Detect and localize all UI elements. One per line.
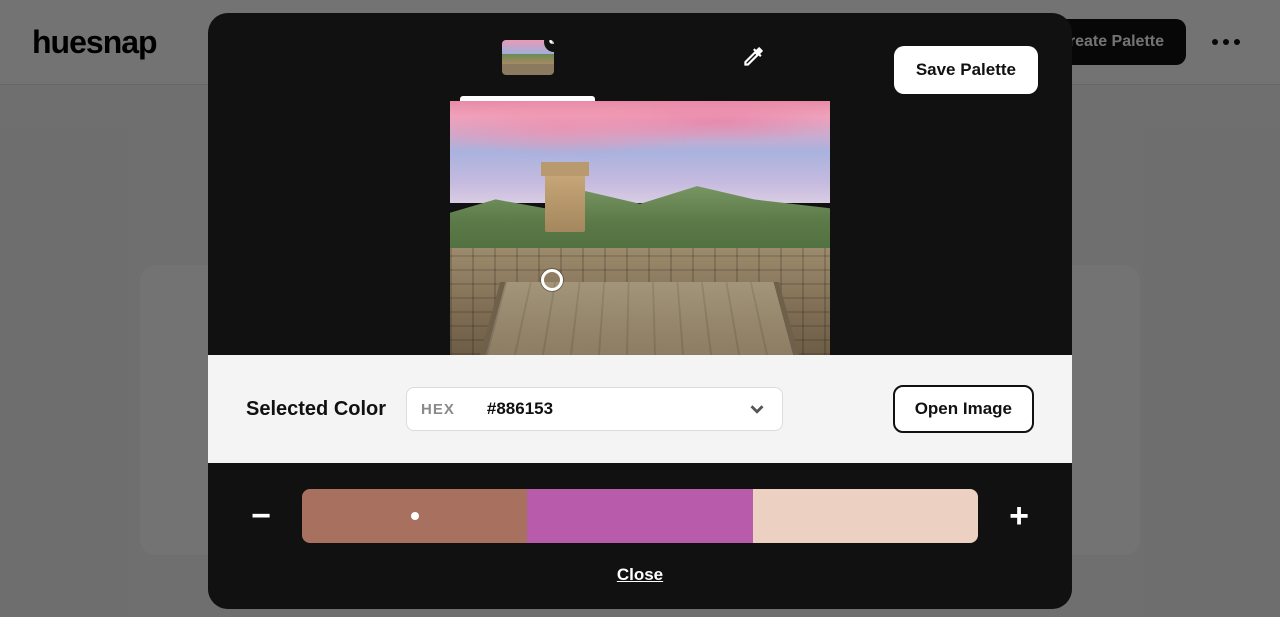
palette-swatch[interactable] [302, 489, 527, 543]
tab-eyedropper[interactable] [685, 13, 820, 101]
chevron-down-icon[interactable] [746, 398, 768, 420]
color-value-input[interactable] [487, 399, 714, 419]
palette-swatch[interactable] [753, 489, 978, 543]
palette-swatches [302, 489, 978, 543]
palette-swatch[interactable] [527, 489, 752, 543]
open-image-button[interactable]: Open Image [893, 385, 1034, 433]
tab-image[interactable] [460, 13, 595, 101]
color-picker-ring[interactable] [541, 269, 563, 291]
color-value-field[interactable]: HEX [406, 387, 783, 431]
selected-color-bar: Selected Color HEX Open Image [208, 355, 1072, 463]
source-image[interactable] [450, 101, 830, 355]
remove-swatch-button[interactable]: − [246, 497, 276, 536]
close-button[interactable]: Close [246, 561, 1034, 589]
selected-color-label: Selected Color [246, 398, 386, 421]
add-swatch-button[interactable]: + [1004, 497, 1034, 536]
active-swatch-indicator [411, 512, 419, 520]
image-preview-area [208, 101, 1072, 355]
image-thumbnail [502, 40, 554, 75]
color-format-label: HEX [421, 401, 455, 418]
palette-bar: − + Close [208, 463, 1072, 609]
modal-header: Save Palette [208, 13, 1072, 101]
eyedropper-icon [740, 44, 766, 70]
color-picker-modal: Save Palette Selected Color HEX Open Ima… [208, 13, 1072, 609]
save-palette-button[interactable]: Save Palette [894, 46, 1038, 94]
